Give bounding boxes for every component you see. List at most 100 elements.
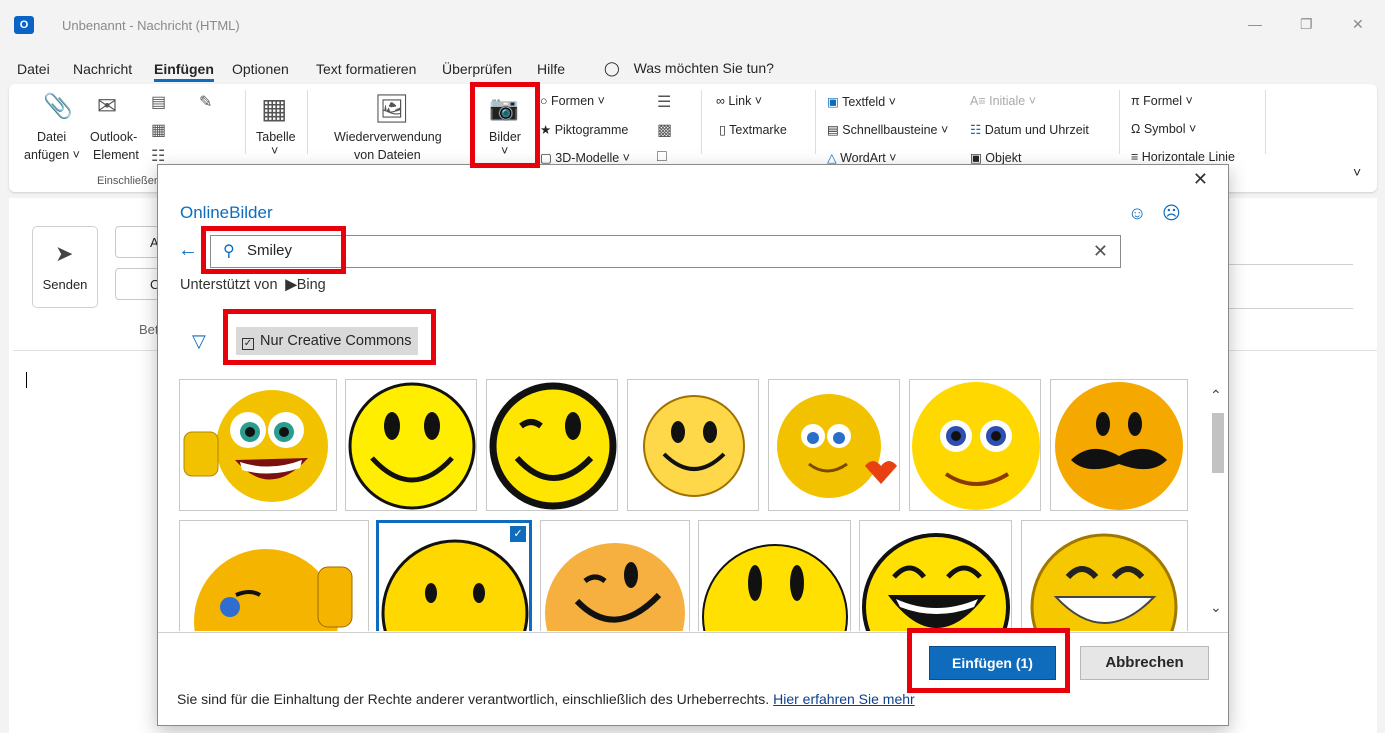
image-result-winking-thumbs-up[interactable] — [179, 520, 369, 631]
smartart-icon[interactable]: ☰ — [657, 92, 671, 112]
ribbon-separator — [701, 90, 702, 154]
cancel-button[interactable]: Abbrechen — [1080, 646, 1209, 680]
menu-datei[interactable]: Datei — [17, 61, 50, 77]
signature-icon[interactable]: ✎ — [199, 92, 212, 112]
dialog-close-button[interactable]: ✕ — [1193, 169, 1208, 190]
horizontal-line-icon: ≡ — [1131, 150, 1142, 164]
selected-yellow-smiley-image — [381, 539, 529, 631]
image-result-heart-holding[interactable] — [768, 379, 900, 511]
frown-feedback-icon[interactable]: ☹ — [1162, 203, 1181, 224]
image-result-laughing-blush[interactable] — [859, 520, 1012, 631]
close-window-button[interactable]: ✕ — [1352, 16, 1364, 33]
menu-text-formatieren[interactable]: Text formatieren — [316, 61, 416, 77]
menu-ueberpruefen[interactable]: Überprüfen — [442, 61, 512, 77]
date-time-button[interactable]: ☷ Datum und Uhrzeit — [970, 122, 1089, 137]
tell-me-search[interactable]: ◯ Was möchten Sie tun? — [604, 60, 774, 77]
big-grin-smiley-image — [1030, 533, 1178, 631]
rights-text: Sie sind für die Einhaltung der Rechte a… — [177, 691, 770, 707]
group-include-label: Einschließen — [97, 175, 160, 187]
table-icon: ▦ — [261, 93, 288, 124]
results-scrollbar[interactable]: ⌃ ⌄ — [1210, 377, 1226, 633]
winking-outline-smiley-image — [489, 382, 617, 510]
learn-more-link[interactable]: Hier erfahren Sie mehr — [773, 691, 915, 707]
paperclip-icon: 📎 — [43, 93, 73, 120]
laughing-blush-smiley-image — [862, 533, 1010, 631]
calendar-insert-icon[interactable]: ▦ — [151, 120, 166, 140]
equation-label: Formel ˅ — [1143, 94, 1193, 108]
menu-einfuegen[interactable]: Einfügen — [154, 61, 214, 82]
3d-models-label: 3D-Modelle ˅ — [555, 151, 630, 165]
mustache-smiley-image — [1055, 382, 1183, 510]
image-result-blue-eyed[interactable] — [909, 379, 1041, 511]
bookmark-button[interactable]: ▯ Textmarke — [719, 122, 787, 137]
menu-hilfe[interactable]: Hilfe — [537, 61, 565, 77]
back-arrow-icon[interactable]: ← — [178, 239, 198, 262]
ribbon-separator — [245, 90, 246, 154]
horizontal-line-label: Horizontale Linie — [1141, 150, 1235, 164]
object-button[interactable]: ▣ Objekt — [970, 150, 1021, 165]
smile-feedback-icon[interactable]: ☺ — [1128, 203, 1146, 224]
clear-search-icon[interactable]: ✕ — [1093, 241, 1108, 262]
envelope-icon: ✉ — [97, 93, 118, 120]
image-result-mustache[interactable] — [1050, 379, 1188, 511]
powered-by: Unterstützt von ▶Bing — [180, 277, 326, 293]
date-time-label: Datum und Uhrzeit — [984, 123, 1089, 137]
3d-models-button[interactable]: ▢ 3D-Modelle ˅ — [540, 150, 630, 165]
object-icon: ▣ — [970, 151, 986, 165]
selected-check-icon: ✓ — [510, 526, 526, 542]
outlook-item-button[interactable]: Outlook- — [90, 130, 137, 144]
attach-file-label: anfügen ˅ — [24, 148, 80, 162]
horizontal-line-button[interactable]: ≡ Horizontale Linie — [1131, 150, 1235, 164]
image-result-tall-eyes[interactable] — [698, 520, 851, 631]
pi-icon: π — [1131, 94, 1144, 108]
menu-nachricht[interactable]: Nachricht — [73, 61, 132, 77]
business-card-icon[interactable]: ▤ — [151, 92, 166, 112]
wordart-button[interactable]: △ WordArt ˅ — [827, 150, 896, 165]
ribbon-separator — [1265, 90, 1266, 154]
image-result-winking-outline[interactable] — [486, 379, 618, 511]
powered-by-label: Unterstützt von — [180, 277, 278, 293]
reuse-files-icon: 🖼 — [374, 93, 410, 124]
bookmark-icon: ▯ — [719, 123, 730, 137]
shapes-label: Formen ˅ — [551, 94, 605, 108]
icons-button[interactable]: ★ Piktogramme — [540, 122, 628, 137]
image-result-selected-yellow[interactable]: ✓ — [376, 520, 532, 631]
image-result-thumbs-up-laughing[interactable] — [179, 379, 337, 511]
link-label: Link ˅ — [728, 94, 763, 108]
ribbon-separator — [307, 90, 308, 154]
wordart-icon: △ — [827, 151, 841, 165]
textbox-button[interactable]: ▣ Textfeld ˅ — [827, 94, 896, 109]
calendar-icon[interactable]: ☷ — [151, 146, 165, 166]
table-button[interactable]: Tabelle — [256, 130, 296, 144]
equation-button[interactable]: π Formel ˅ — [1131, 94, 1193, 108]
filter-icon[interactable]: ▽ — [192, 331, 206, 352]
image-result-orange-winking[interactable] — [540, 520, 690, 631]
menu-optionen[interactable]: Optionen — [232, 61, 289, 77]
subject-label: Bet — [139, 322, 159, 337]
restore-button[interactable]: ❐ — [1300, 16, 1313, 33]
collapse-ribbon-button[interactable]: ˅ — [1353, 164, 1361, 180]
quick-parts-button[interactable]: ▤ Schnellbausteine ˅ — [827, 122, 948, 137]
textbox-icon: ▣ — [827, 95, 843, 109]
image-result-classic-yellow[interactable] — [345, 379, 477, 511]
scroll-thumb[interactable] — [1212, 413, 1224, 473]
attach-file-button[interactable]: Datei — [37, 130, 66, 144]
scroll-up-icon[interactable]: ⌃ — [1210, 387, 1222, 404]
search-box[interactable]: ⚲ ✕ — [210, 235, 1121, 268]
search-input[interactable] — [247, 242, 1067, 259]
chart-icon[interactable]: ▩ — [657, 120, 672, 140]
shapes-button[interactable]: ○ Formen ˅ — [540, 94, 605, 108]
table-dropdown-icon[interactable]: ˅ — [271, 144, 278, 158]
reuse-files-button[interactable]: Wiederverwendung — [334, 130, 442, 144]
wordart-label: WordArt ˅ — [840, 151, 897, 165]
image-result-big-grin[interactable] — [1021, 520, 1188, 631]
image-result-soft[interactable] — [627, 379, 759, 511]
symbol-button[interactable]: Ω Symbol ˅ — [1131, 122, 1196, 136]
cc-field-line — [1229, 308, 1353, 309]
minimize-button[interactable]: — — [1248, 16, 1262, 32]
scroll-down-icon[interactable]: ⌄ — [1210, 599, 1222, 616]
calendar-clock-icon: ☷ — [970, 123, 985, 137]
send-button[interactable]: ➤ Senden — [32, 226, 98, 308]
drop-cap-button[interactable]: A≡ Initiale ˅ — [970, 94, 1036, 108]
link-button[interactable]: ∞ Link ˅ — [716, 94, 762, 108]
